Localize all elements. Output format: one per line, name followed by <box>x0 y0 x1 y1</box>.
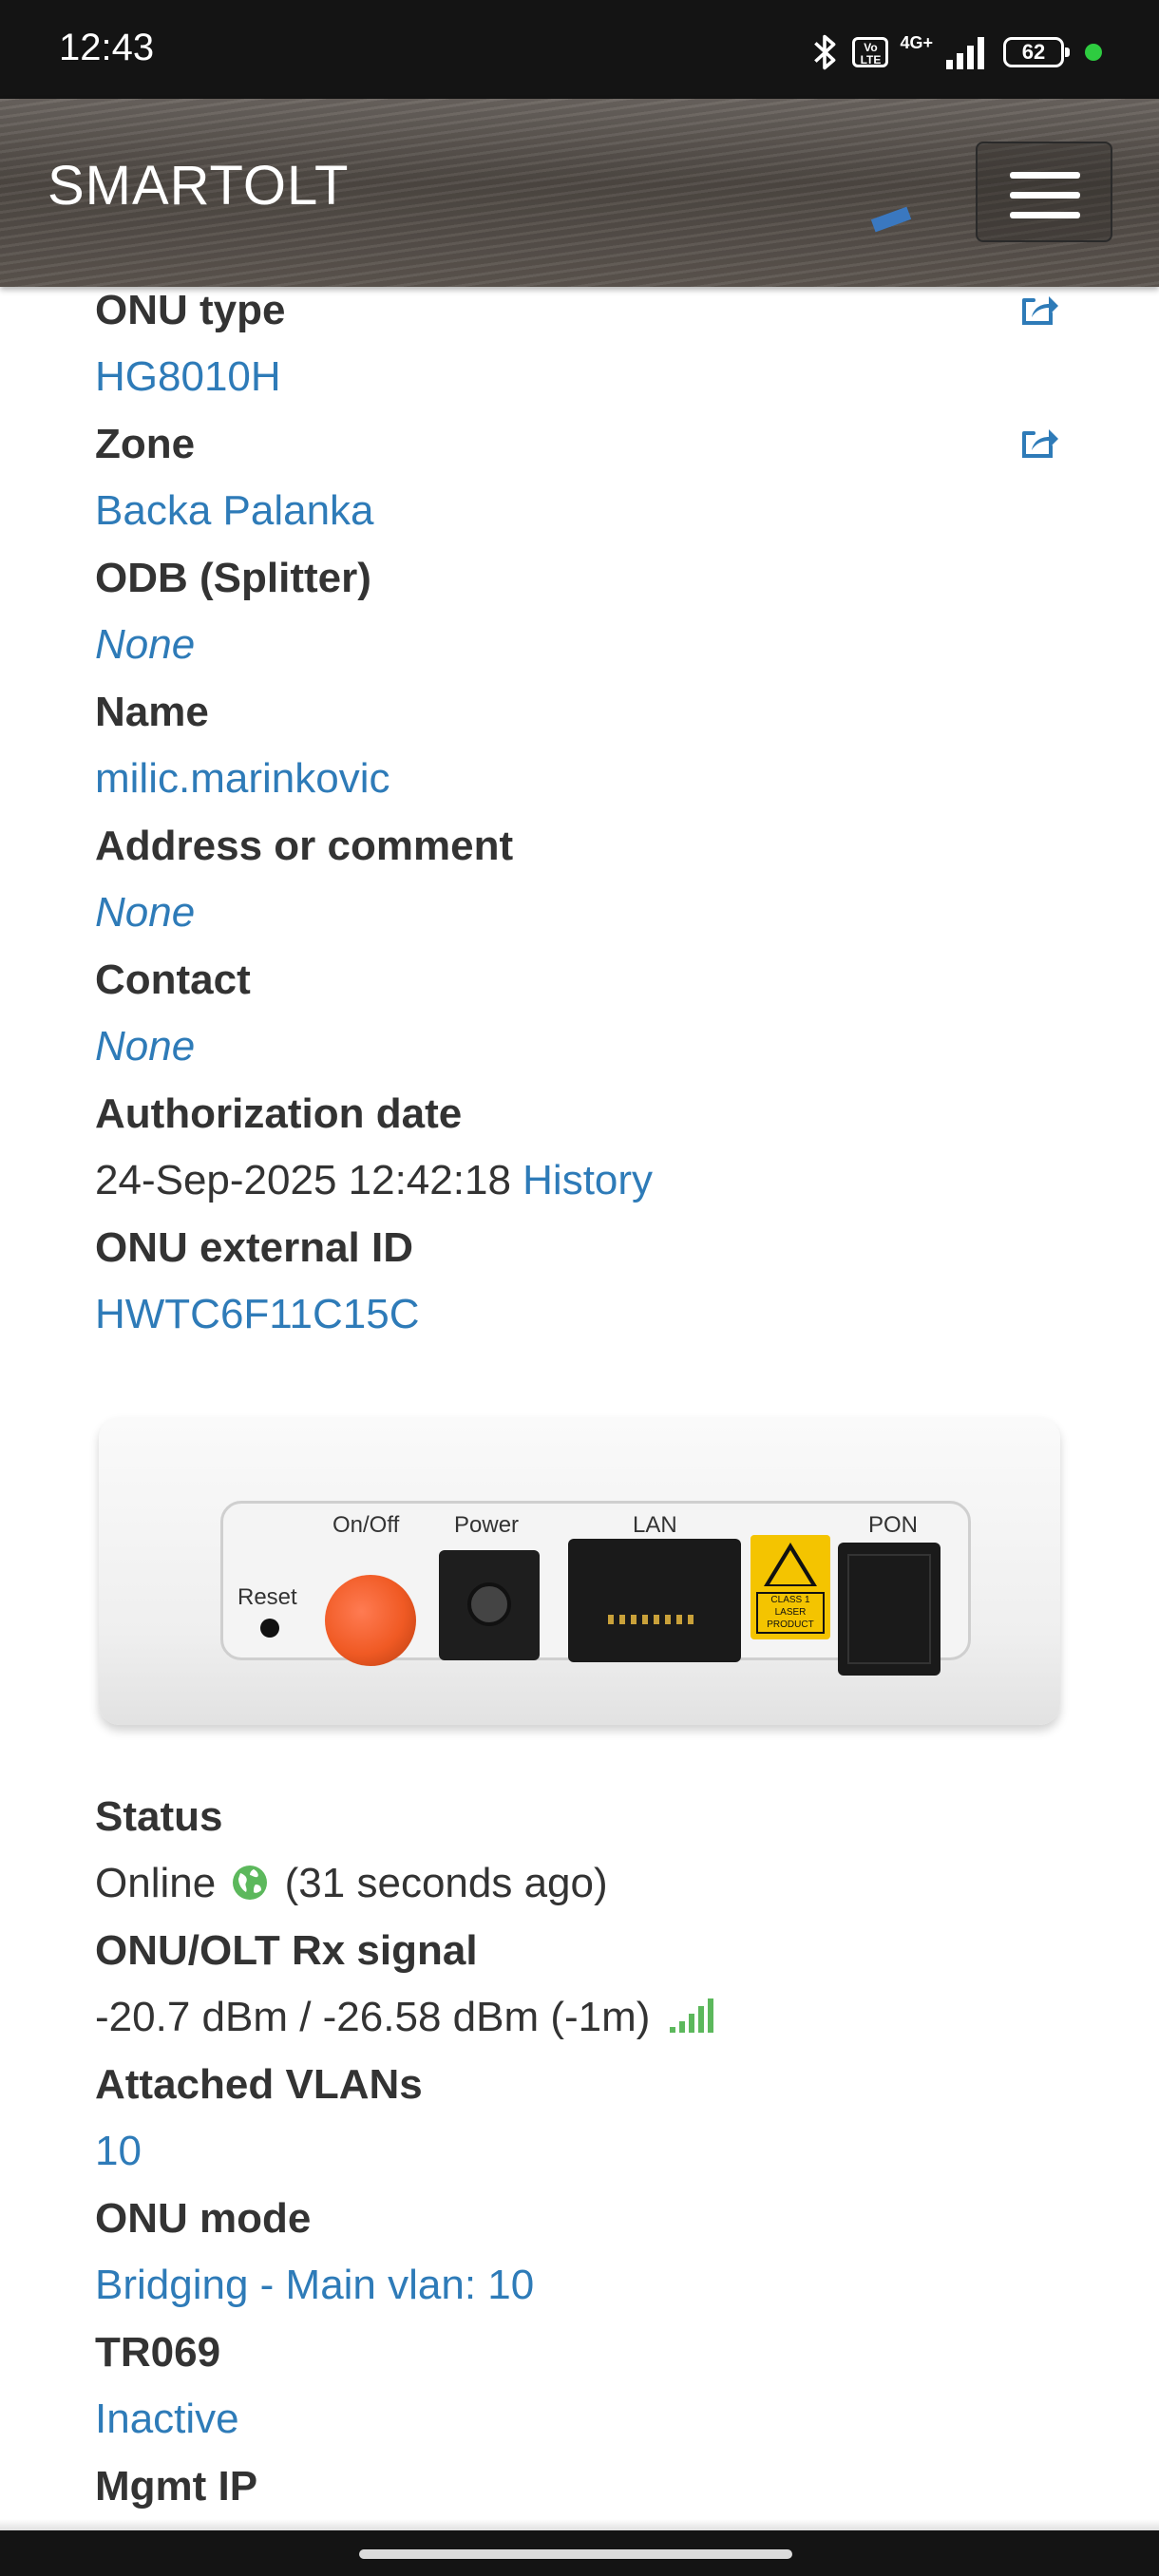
menu-button[interactable] <box>976 142 1112 242</box>
brand-logo[interactable]: SMARTOLT <box>48 154 349 218</box>
bluetooth-icon <box>814 34 836 70</box>
navigation-bar <box>0 2530 1159 2576</box>
authorization-date-row: 24-Sep-2025 12:42:18 History <box>95 1157 653 1204</box>
rx-signal-value: -20.7 dBm / -26.58 dBm (-1m) <box>95 1994 651 2040</box>
scroll-fade <box>0 2519 1159 2530</box>
status-bar: 12:43 Vo LTE 4G+ 62 <box>0 0 1159 99</box>
header-decoration <box>870 206 912 233</box>
lan-port <box>568 1539 741 1662</box>
status-icons: Vo LTE 4G+ 62 <box>808 28 1102 76</box>
signal-strength-icon <box>669 1998 713 2033</box>
volte-icon: Vo LTE <box>852 37 889 67</box>
name-value[interactable]: milic.marinkovic <box>95 755 390 803</box>
mgmt-ip-label: Mgmt IP <box>95 2463 258 2510</box>
status-label: Status <box>95 1793 223 1840</box>
onu-device-image: Reset On/Off Power LAN CLASS 1 LASER PRO… <box>99 1417 1060 1725</box>
rx-signal-label: ONU/OLT Rx signal <box>95 1927 478 1974</box>
address-label: Address or comment <box>95 823 514 869</box>
power-jack <box>439 1550 540 1660</box>
home-gesture-handle[interactable] <box>359 2549 792 2559</box>
vlans-value[interactable]: 10 <box>95 2128 142 2175</box>
tr069-label: TR069 <box>95 2329 221 2376</box>
edit-share-icon[interactable] <box>1018 424 1060 462</box>
authorization-date-value: 24-Sep-2025 12:42:18 <box>95 1157 511 1203</box>
onoff-label: On/Off <box>332 1512 400 1538</box>
zone-label: Zone <box>95 421 196 467</box>
onu-type-label: ONU type <box>95 287 286 333</box>
contact-value[interactable]: None <box>95 1023 195 1070</box>
onu-mode-value[interactable]: Bridging - Main vlan: 10 <box>95 2262 534 2309</box>
reset-label: Reset <box>238 1584 297 1610</box>
history-link[interactable]: History <box>522 1157 653 1203</box>
status-time: 12:43 <box>59 27 155 68</box>
battery-level: 62 <box>1021 40 1046 64</box>
zone-value[interactable]: Backa Palanka <box>95 487 374 535</box>
tr069-value[interactable]: Inactive <box>95 2396 239 2443</box>
pon-port <box>838 1543 940 1676</box>
page: 12:43 Vo LTE 4G+ 62 SMARTOLT ONU type HG… <box>0 0 1159 2576</box>
edit-share-icon[interactable] <box>1018 291 1060 329</box>
power-label: Power <box>454 1512 520 1538</box>
odb-label: ODB (Splitter) <box>95 555 371 601</box>
reset-hole <box>260 1619 279 1638</box>
rx-signal-row: -20.7 dBm / -26.58 dBm (-1m) <box>95 1994 717 2041</box>
authorization-date-label: Authorization date <box>95 1090 463 1137</box>
onu-mode-label: ONU mode <box>95 2195 312 2242</box>
address-value[interactable]: None <box>95 889 195 937</box>
pon-label: PON <box>868 1512 919 1538</box>
name-label: Name <box>95 689 209 735</box>
cell-signal-icon <box>946 37 984 69</box>
laser-warning-icon: CLASS 1 LASER PRODUCT <box>750 1535 830 1639</box>
power-button-graphic <box>325 1575 416 1666</box>
status-ago: (31 seconds ago) <box>284 1860 608 1906</box>
app-header: SMARTOLT <box>0 99 1159 287</box>
status-value: Online <box>95 1860 217 1906</box>
vlans-label: Attached VLANs <box>95 2061 423 2108</box>
external-id-label: ONU external ID <box>95 1224 413 1271</box>
external-id-value[interactable]: HWTC6F11C15C <box>95 1291 419 1338</box>
onu-type-value[interactable]: HG8010H <box>95 353 281 401</box>
status-row: Online (31 seconds ago) <box>95 1860 608 1907</box>
globe-icon <box>233 1866 268 1900</box>
battery-icon: 62 <box>1003 37 1070 67</box>
lan-label: LAN <box>633 1512 677 1538</box>
network-type-label: 4G+ <box>900 32 933 52</box>
privacy-indicator-dot <box>1085 44 1102 61</box>
odb-value[interactable]: None <box>95 621 195 669</box>
contact-label: Contact <box>95 957 251 1003</box>
